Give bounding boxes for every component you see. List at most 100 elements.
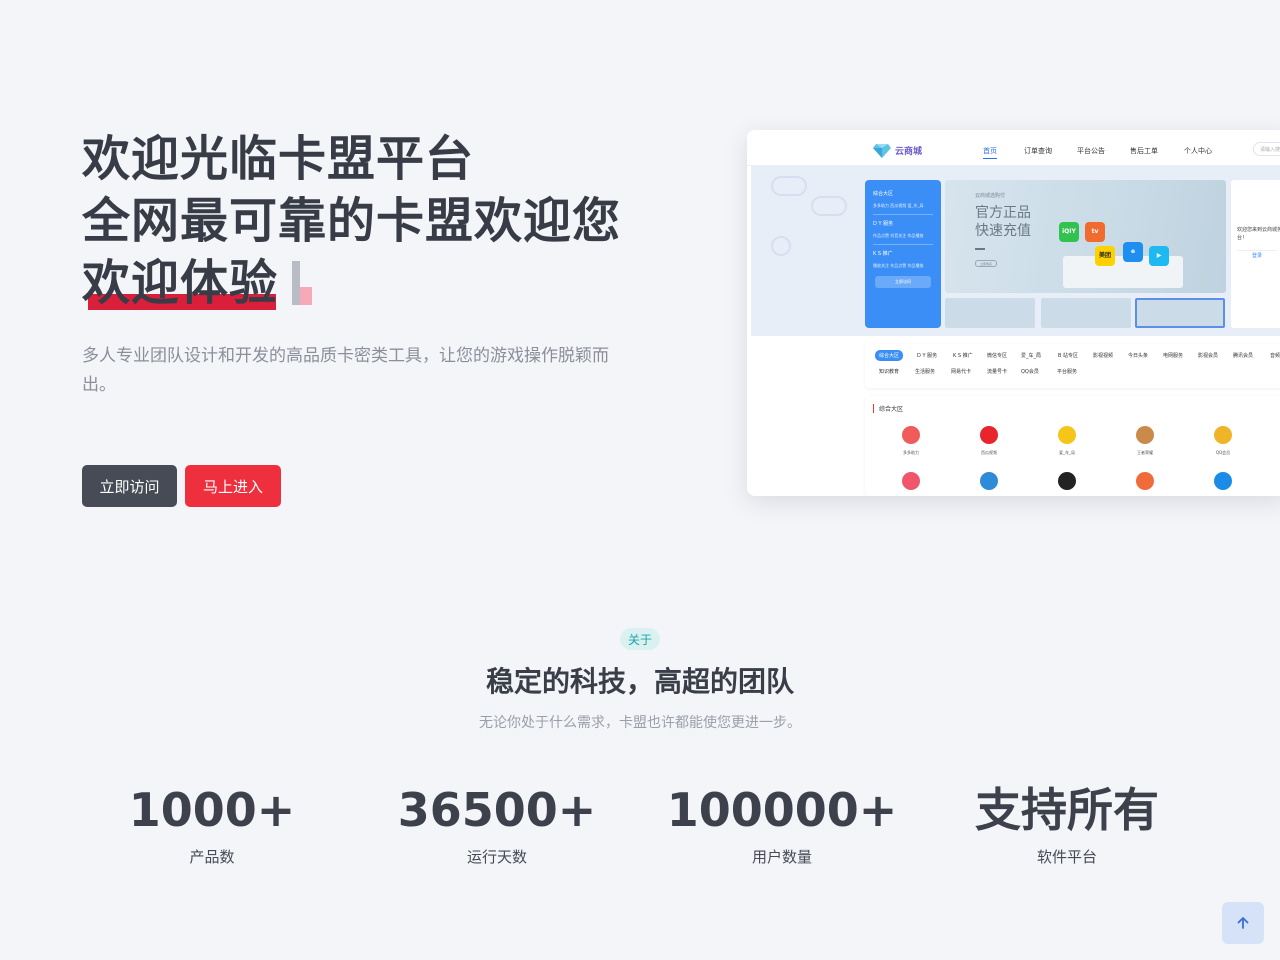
gamepad-deco-icon: [811, 196, 847, 216]
eleme-app-icon: e: [1123, 242, 1143, 262]
game-avatar-icon: [1136, 426, 1154, 444]
preview-tag: 流量号卡: [987, 369, 1008, 375]
stat-value: 36500+: [397, 783, 597, 837]
gamepad-deco-icon: [771, 236, 791, 256]
hero-title-line-2: 全网最可靠的卡盟欢迎您: [82, 193, 622, 249]
preview-sidebar-items: 作品点赞 抖音关注 作品播放: [873, 233, 924, 238]
meituan-app-icon: 美团: [1095, 246, 1115, 266]
preview-tag: 网易代卡: [951, 369, 972, 375]
preview-navbar: 云商城 首页 订单查询 平台公告 售后工单 个人中心 请输入搜索: [747, 130, 1280, 166]
preview-category-tags: 综合大区 D Y 服务 K S 推广 微信专区 爱_车_局 B 站专区 影视视频…: [865, 344, 1280, 388]
car-app-icon: [1058, 426, 1076, 444]
preview-category-item: QQ会员: [1193, 426, 1253, 456]
stat-label: 运行天数: [466, 848, 527, 866]
stat-label: 软件平台: [1036, 848, 1097, 866]
preview-category-item: 王者荣耀: [1115, 426, 1175, 456]
preview-tag: 微信专区: [987, 353, 1008, 359]
back-to-top-button[interactable]: [1222, 902, 1264, 944]
watermelon-video-icon: [980, 426, 998, 444]
stat-platforms: 支持所有 软件平台: [922, 780, 1212, 867]
preview-sidebar-title: 综合大区: [873, 191, 894, 197]
preview-search: 请输入搜索: [1253, 142, 1280, 156]
preview-tag: D Y 服务: [917, 353, 938, 359]
preview-nav-orders: 订单查询: [1024, 147, 1052, 155]
preview-banner-thumbs: [945, 298, 1228, 328]
diamond-logo-icon: [873, 144, 891, 158]
preview-tag: 影视会员: [1198, 353, 1219, 359]
preview-category-item: 西瓜视频: [959, 426, 1019, 456]
preview-user-panel: 欢迎您来到云商城务平台！ 登录: [1231, 180, 1280, 328]
preview-sidebar-items: 播放关注 作品点赞 作品播放: [873, 263, 924, 268]
preview-tag: 电网服务: [1163, 353, 1184, 359]
heart-app-icon: [902, 426, 920, 444]
hero-description: 多人专业团队设计和开发的高品质卡密类工具，让您的游戏操作脱颖而出。: [82, 346, 609, 395]
about-subtitle: 无论你处于什么需求，卡盟也许都能使您更进一步。: [479, 715, 801, 731]
preview-nav-home: 首页: [983, 146, 997, 159]
enter-now-button[interactable]: 马上进入: [185, 465, 281, 507]
preview-sidebar-button: 立即访问: [875, 276, 931, 288]
preview-login-link: 登录: [1237, 250, 1277, 260]
preview-tag: 综合大区: [875, 350, 904, 361]
preview-tag: 知识教育: [879, 369, 900, 375]
stat-label: 产品数: [189, 848, 235, 866]
preview-banner-button: 立即购买: [975, 260, 997, 267]
preview-banner-small: 云商城选购付: [975, 193, 1006, 199]
preview-category-item: [1193, 472, 1253, 490]
preview-category-item: [1115, 472, 1175, 490]
preview-category-item: [1037, 472, 1097, 490]
preview-category-item: [881, 472, 941, 490]
site-preview-image: 云商城 首页 订单查询 平台公告 售后工单 个人中心 请输入搜索 综合大区 多多…: [747, 130, 1280, 496]
preview-category-item: [959, 472, 1019, 490]
preview-tag: 今日头条: [1128, 353, 1149, 359]
about-title: 稳定的科技，高超的团队: [485, 665, 794, 698]
preview-banner-line1: 官方正品: [975, 205, 1031, 221]
preview-category-item: 爱_车_局: [1037, 426, 1097, 456]
preview-tag: B 站专区: [1058, 353, 1079, 359]
hero-title-line-3: 欢迎体验: [82, 252, 278, 314]
preview-sidebar-title: D Y 服务: [873, 221, 894, 227]
app-icon: [1136, 472, 1154, 490]
banner-thumb-selected: [1135, 298, 1225, 328]
typing-cursor: [292, 261, 313, 305]
video-play-app-icon: ▶: [1149, 246, 1169, 266]
preview-category-title: 综合大区: [873, 404, 903, 413]
preview-logo-text: 云商城: [895, 147, 923, 157]
banner-thumb: [1041, 298, 1131, 328]
preview-tag: 平台服务: [1057, 369, 1078, 375]
app-icon: [1058, 472, 1076, 490]
preview-tag: 影视视频: [1093, 353, 1114, 359]
preview-banner-line2: 快速充值: [975, 223, 1031, 239]
preview-tag: 音频: [1270, 353, 1280, 359]
stat-running-days: 36500+ 运行天数: [352, 780, 642, 867]
arrow-up-icon: [1237, 917, 1249, 929]
preview-tag: K S 推广: [953, 353, 973, 359]
preview-nav-profile: 个人中心: [1184, 147, 1212, 155]
stat-value: 1000+: [128, 783, 296, 837]
penguin-icon: [980, 472, 998, 490]
preview-tag: 爱_车_局: [1021, 353, 1042, 359]
preview-category-item: 多多助力: [881, 426, 941, 456]
star-icon: [1214, 426, 1232, 444]
preview-sidebar-items: 多多助力 西瓜视频 爱_车_局: [873, 203, 924, 208]
about-badge: 关于: [620, 628, 660, 650]
preview-sidebar: 综合大区 多多助力 西瓜视频 爱_车_局 D Y 服务 作品点赞 抖音关注 作品…: [865, 180, 941, 328]
preview-banner: 云商城选购付 官方正品 快速充值 立即购买 iQIY tv 美团 e ▶: [945, 180, 1226, 293]
preview-welcome-text: 欢迎您来到云商城务平台！: [1237, 227, 1280, 241]
gamepad-deco-icon: [771, 176, 807, 196]
preview-tag: 腾讯会员: [1233, 353, 1254, 359]
preview-nav-support: 售后工单: [1130, 147, 1158, 155]
preview-sidebar-title: K S 推广: [873, 251, 893, 257]
preview-tag: 生活服务: [915, 369, 936, 375]
stat-products: 1000+ 产品数: [67, 780, 357, 867]
banner-thumb: [945, 298, 1035, 328]
iqiyi-app-icon: iQIY: [1059, 222, 1079, 242]
zhihu-icon: [1214, 472, 1232, 490]
preview-category-panel: 综合大区 多多助力 西瓜视频 爱_车_局 王者荣耀 QQ会员: [865, 396, 1280, 496]
visit-now-button[interactable]: 立即访问: [82, 465, 177, 507]
app-icon: [902, 472, 920, 490]
stat-label: 用户数量: [751, 848, 812, 866]
stat-value: 100000+: [666, 783, 898, 837]
stat-users: 100000+ 用户数量: [637, 780, 927, 867]
preview-tag: QQ会员: [1021, 369, 1039, 375]
preview-nav-notice: 平台公告: [1077, 147, 1105, 155]
